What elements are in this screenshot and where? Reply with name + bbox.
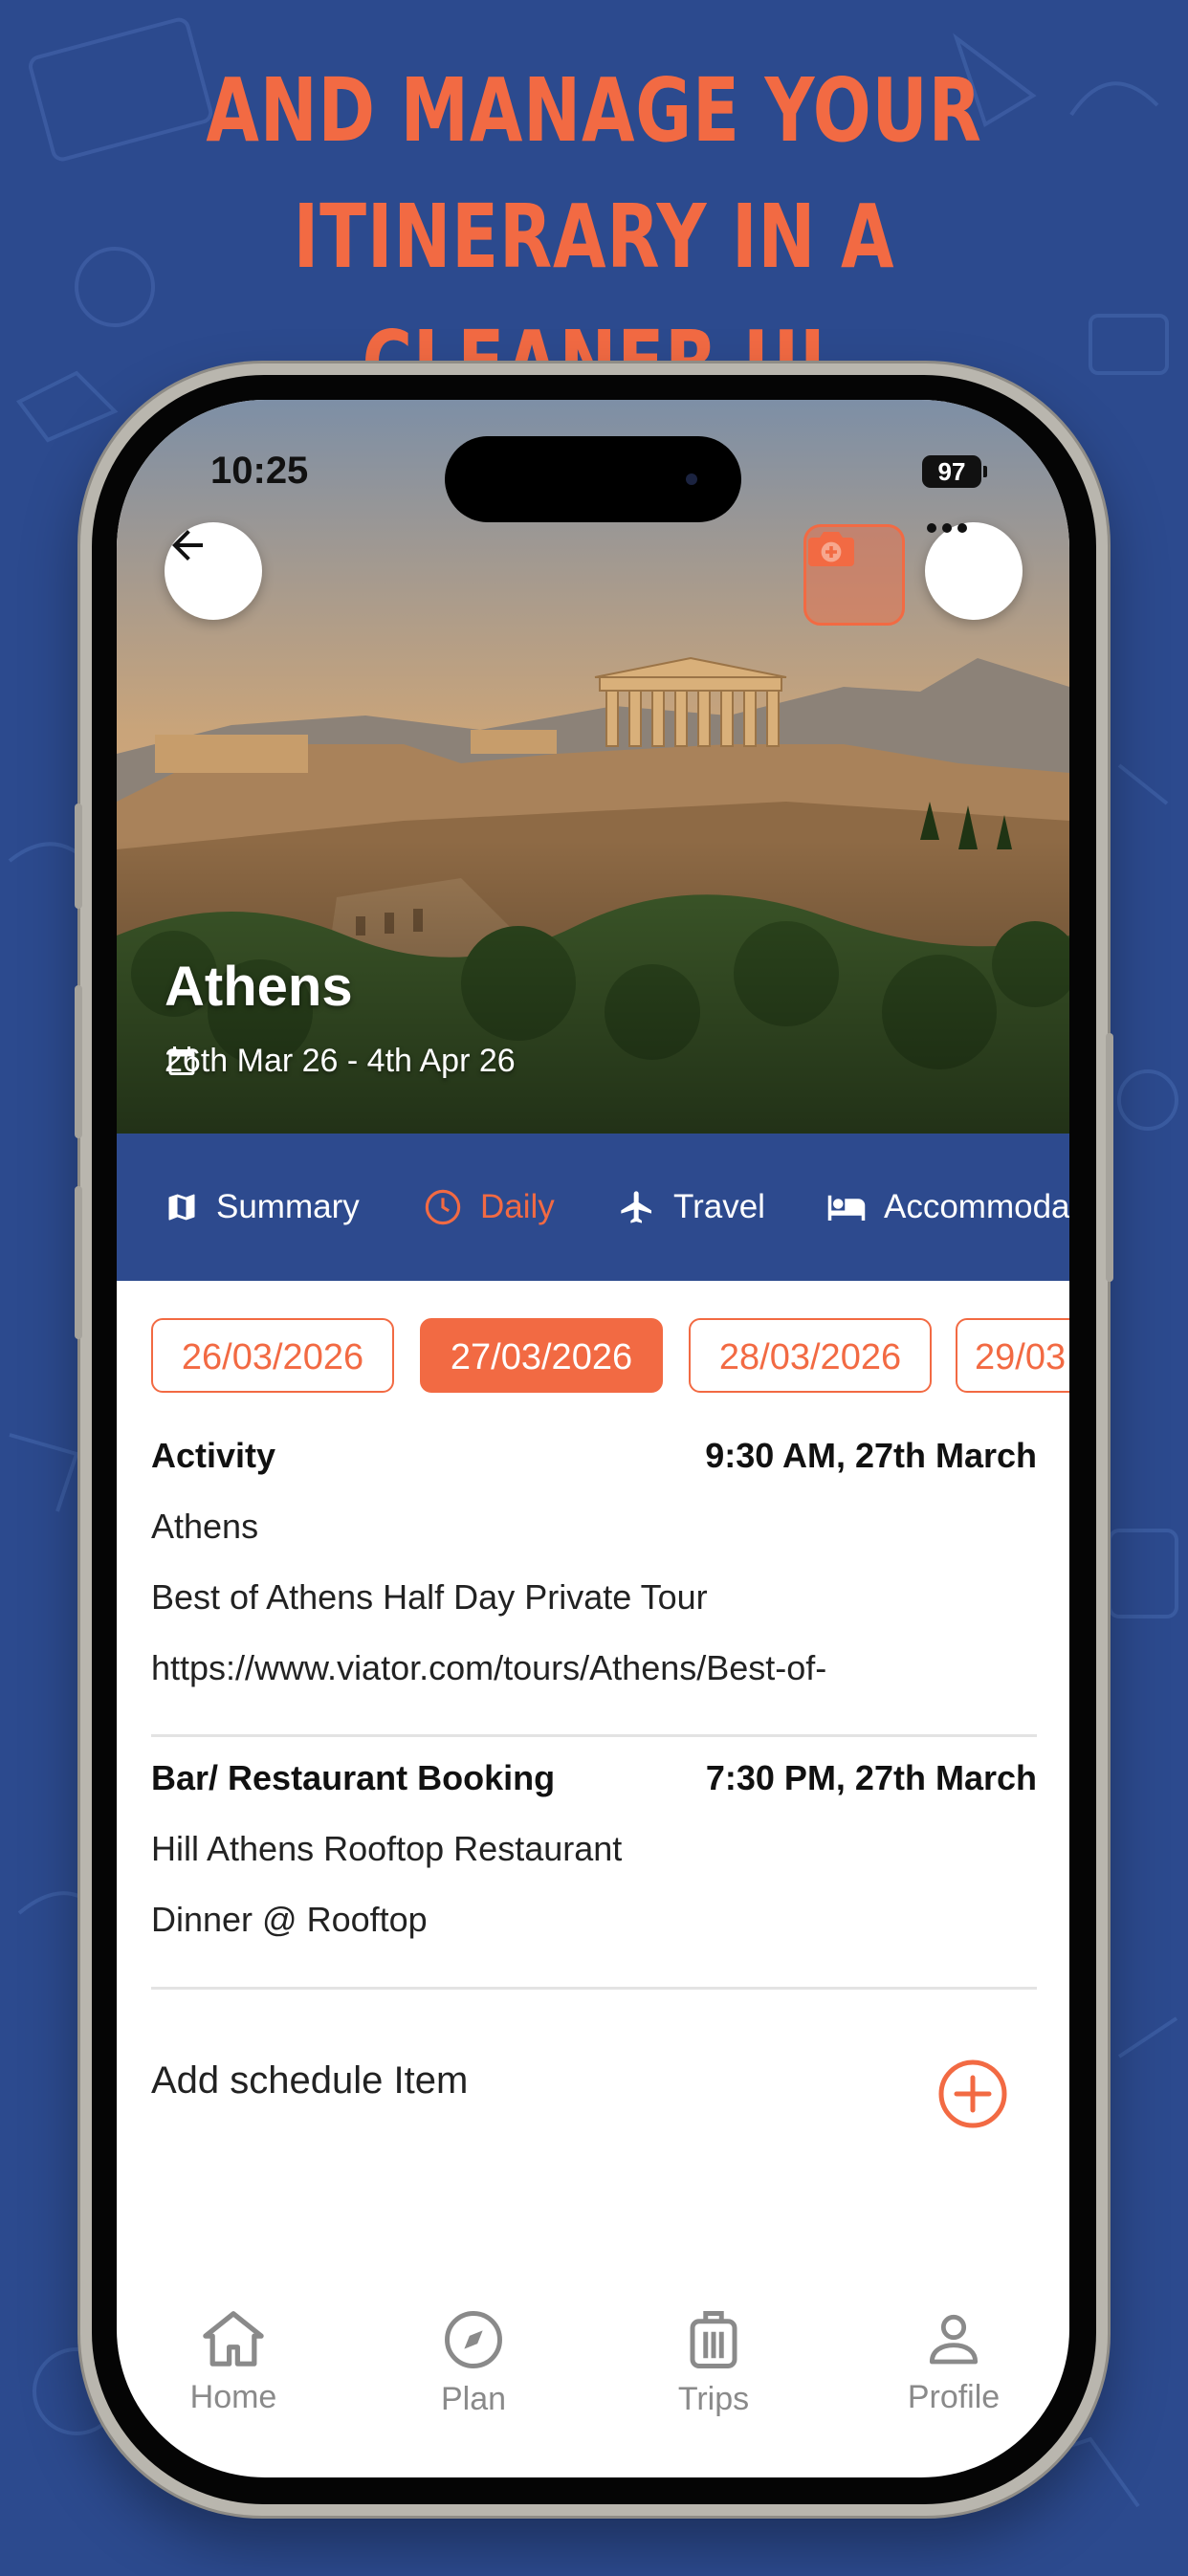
tab-summary-label: Summary bbox=[216, 1188, 360, 1225]
bed-icon bbox=[827, 1195, 866, 1221]
add-photo-button[interactable] bbox=[803, 524, 905, 626]
trip-city-title: Athens bbox=[165, 956, 353, 1018]
add-schedule-item-label[interactable]: Add schedule Item bbox=[151, 2059, 468, 2103]
battery-indicator: 97 bbox=[922, 455, 987, 488]
divider bbox=[151, 1734, 1037, 1737]
trip-date-range: 26th Mar 26 - 4th Apr 26 bbox=[165, 1043, 516, 1080]
trip-date-range-text: 26th Mar 26 - 4th Apr 26 bbox=[165, 1043, 516, 1079]
phone-mute-switch bbox=[75, 804, 82, 909]
add-circle-icon[interactable] bbox=[937, 2059, 1008, 2129]
date-chip-28-03[interactable]: 28/03/2026 bbox=[689, 1318, 932, 1393]
section-tabs: Summary Daily Travel Accommoda bbox=[117, 1134, 1069, 1281]
schedule-item-title: Activity bbox=[151, 1436, 276, 1475]
camera-plus-icon bbox=[808, 532, 854, 566]
divider bbox=[151, 1987, 1037, 1990]
phone-volume-down bbox=[75, 1186, 82, 1339]
nav-plan[interactable]: Plan bbox=[397, 2308, 550, 2418]
tab-travel-label: Travel bbox=[673, 1188, 765, 1225]
map-icon bbox=[168, 1194, 195, 1221]
status-time: 10:25 bbox=[210, 450, 309, 492]
schedule-item-time: 7:30 PM, 27th March bbox=[705, 1758, 1037, 1797]
app-screen: 10:25 97 Athens 26th Mar 26 - 4th Apr 26… bbox=[117, 400, 1069, 2477]
back-button[interactable] bbox=[165, 522, 262, 620]
headline-line-1: AND MANAGE YOUR bbox=[206, 59, 982, 162]
tab-accommodation[interactable]: Accommoda bbox=[826, 1134, 1069, 1281]
hero-image: 10:25 97 Athens 26th Mar 26 - 4th Apr 26 bbox=[117, 400, 1069, 1134]
phone-volume-up bbox=[75, 985, 82, 1138]
person-icon bbox=[929, 2314, 979, 2365]
schedule-item-location: Athens bbox=[151, 1507, 259, 1546]
tab-accommodation-label: Accommoda bbox=[884, 1188, 1069, 1225]
schedule-item-description: Best of Athens Half Day Private Tour bbox=[151, 1577, 708, 1617]
compass-icon bbox=[445, 2311, 502, 2368]
calendar-icon bbox=[168, 1046, 195, 1075]
schedule-item-location: Hill Athens Rooftop Restaurant bbox=[151, 1829, 623, 1868]
dynamic-island bbox=[445, 436, 741, 522]
more-options-button[interactable] bbox=[925, 522, 1023, 620]
tab-daily[interactable]: Daily bbox=[423, 1134, 555, 1281]
edit-pencil-icon[interactable] bbox=[117, 400, 170, 453]
schedule-item-description: Dinner @ Rooftop bbox=[151, 1900, 428, 1939]
nav-profile-label: Profile bbox=[907, 2379, 1001, 2415]
nav-home-label: Home bbox=[189, 2379, 277, 2415]
airplane-icon bbox=[621, 1191, 651, 1223]
nav-trips-label: Trips bbox=[677, 2381, 750, 2417]
date-chip-27-03-selected[interactable]: 27/03/2026 bbox=[420, 1318, 663, 1393]
schedule-item-time: 9:30 AM, 27th March bbox=[705, 1436, 1037, 1475]
tab-daily-label: Daily bbox=[480, 1188, 555, 1225]
clock-icon bbox=[425, 1189, 461, 1225]
nav-plan-label: Plan bbox=[440, 2381, 507, 2417]
arrow-left-icon bbox=[172, 530, 203, 561]
schedule-item-link[interactable]: https://www.viator.com/tours/Athens/Best… bbox=[151, 1648, 826, 1688]
tab-summary[interactable]: Summary bbox=[165, 1134, 360, 1281]
nav-profile[interactable]: Profile bbox=[877, 2308, 1030, 2416]
phone-power-button bbox=[1106, 1033, 1113, 1282]
nav-trips[interactable]: Trips bbox=[637, 2308, 790, 2418]
date-chip-29-03[interactable]: 29/03 bbox=[956, 1318, 1069, 1393]
date-chip-26-03[interactable]: 26/03/2026 bbox=[151, 1318, 394, 1393]
nav-home[interactable]: Home bbox=[157, 2308, 310, 2416]
more-horizontal-icon bbox=[927, 523, 967, 533]
schedule-item-title: Bar/ Restaurant Booking bbox=[151, 1758, 556, 1797]
home-icon bbox=[203, 2311, 264, 2367]
tab-travel[interactable]: Travel bbox=[618, 1134, 765, 1281]
suitcase-icon bbox=[690, 2311, 737, 2368]
